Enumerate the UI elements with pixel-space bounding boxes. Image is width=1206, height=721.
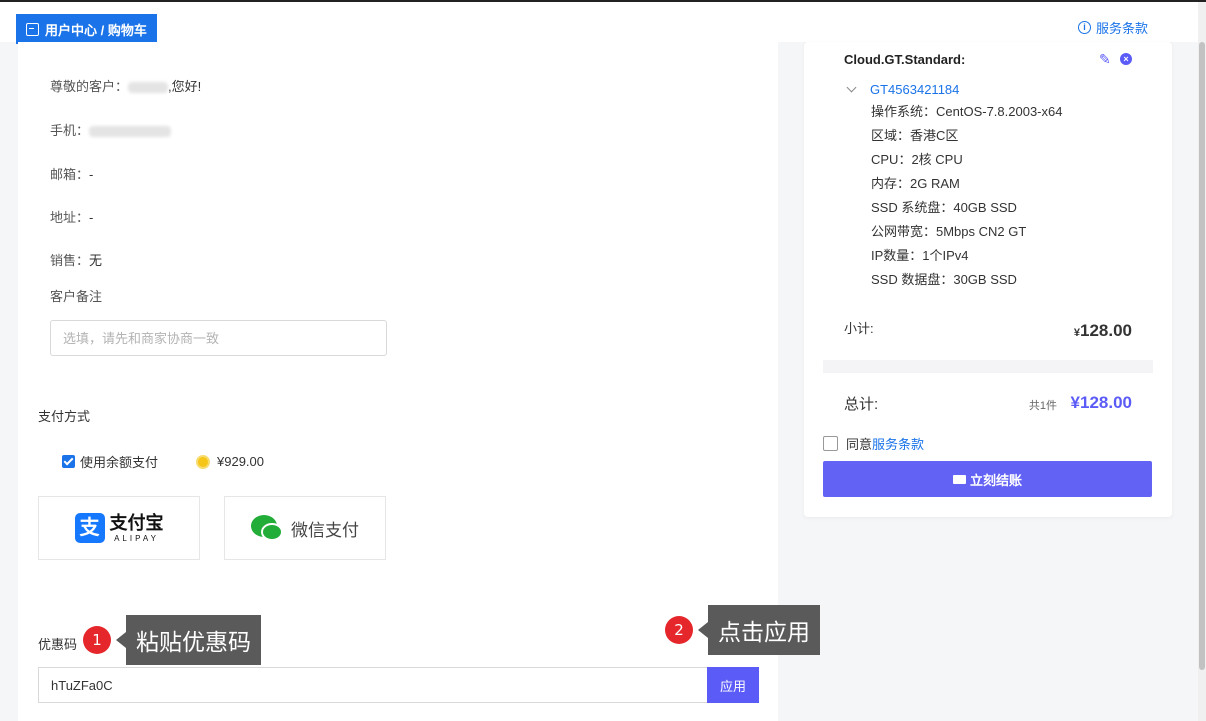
- instance-id[interactable]: GT4563421184: [870, 82, 959, 97]
- divider: [823, 360, 1153, 373]
- agree-terms[interactable]: 同意 服务条款: [823, 434, 924, 453]
- email-row: 邮箱：-: [50, 164, 93, 183]
- coupon-label: 优惠码: [38, 637, 78, 652]
- greeting: 尊敬的客户： ,您好!: [50, 76, 201, 95]
- tooltip-click-apply: 点击应用: [698, 605, 820, 655]
- subtotal-amount: 128.00: [1080, 321, 1132, 340]
- spec-item: CPU：2核 CPU: [871, 152, 963, 167]
- agree-checkbox[interactable]: [823, 436, 838, 451]
- top-bar: 用户中心 / 购物车 i 服务条款: [0, 2, 1198, 44]
- scrollbar-thumb[interactable]: [1199, 42, 1205, 670]
- total-label: 总计:: [844, 396, 879, 413]
- edit-icon[interactable]: ✎: [1099, 52, 1113, 66]
- subtotal-label: 小计:: [844, 321, 874, 336]
- payment-title: 支付方式: [38, 409, 91, 424]
- spec-item: 区域：香港C区: [871, 128, 959, 143]
- alipay-en: ALIPAY: [114, 533, 159, 543]
- apply-coupon-button[interactable]: 应用: [707, 667, 759, 703]
- terms-link-text: 服务条款: [1095, 21, 1148, 36]
- spec-item: 公网带宽：5Mbps CN2 GT: [871, 224, 1027, 239]
- cart-summary: Cloud.GT.Standard: ✎ × GT4563421184 操作系统…: [804, 42, 1172, 517]
- breadcrumb[interactable]: 用户中心 / 购物车: [16, 14, 157, 44]
- greeting-suffix: ,您好!: [168, 79, 202, 94]
- phone-row: 手机：: [50, 120, 172, 139]
- balance-option[interactable]: 使用余额支付 ¥929.00: [62, 452, 264, 471]
- address-row: 地址：-: [50, 207, 93, 226]
- breadcrumb-text: 用户中心 / 购物车: [45, 22, 147, 38]
- balance-checkbox[interactable]: [62, 455, 75, 468]
- wechat-logo-icon: [251, 513, 285, 543]
- address-label: 地址：: [50, 210, 90, 225]
- step-badge-1: 1: [83, 626, 111, 654]
- terms-link[interactable]: i 服务条款: [1077, 18, 1148, 37]
- remove-icon[interactable]: ×: [1120, 53, 1132, 65]
- info-icon: i: [1077, 21, 1091, 34]
- wechat-pay-option[interactable]: 微信支付: [224, 496, 386, 560]
- greeting-prefix: 尊敬的客户：: [50, 79, 129, 94]
- alipay-wordmark: 支付宝 ALIPAY: [110, 514, 164, 543]
- alipay-option[interactable]: 支 支付宝 ALIPAY: [38, 496, 200, 560]
- spec-item: SSD 系统盘：40GB SSD: [871, 200, 1017, 215]
- redacted-phone: [89, 126, 172, 138]
- wechat-pay-label: 微信支付: [291, 520, 359, 540]
- login-icon: [26, 22, 39, 36]
- address-value: -: [89, 210, 94, 225]
- balance-label: 使用余额支付: [80, 455, 159, 470]
- checkout-label: 立刻结账: [969, 472, 1022, 488]
- remark-input[interactable]: [50, 320, 387, 356]
- email-value: -: [89, 167, 94, 182]
- spec-item: SSD 数据盘：30GB SSD: [871, 272, 1017, 287]
- email-label: 邮箱：: [50, 167, 90, 182]
- tooltip-paste-coupon: 粘贴优惠码: [116, 615, 261, 665]
- step-badge-2: 2: [665, 616, 693, 644]
- redacted-name: [128, 82, 169, 94]
- balance-amount: ¥929.00: [217, 454, 265, 469]
- sales-row: 销售：无: [50, 250, 102, 269]
- subtotal-value: ¥128.00: [1074, 321, 1132, 341]
- spec-item: IP数量：1个IPv4: [871, 248, 969, 263]
- chevron-down-icon[interactable]: [846, 82, 857, 93]
- phone-label: 手机：: [50, 123, 90, 138]
- alipay-logo-icon: 支: [74, 513, 105, 543]
- spec-list: 操作系统：CentOS-7.8.2003-x64 区域：香港C区 CPU：2核 …: [871, 103, 1062, 295]
- remark-label: 客户备注: [50, 289, 103, 304]
- scrollbar[interactable]: [1198, 2, 1206, 721]
- spec-item: 内存：2G RAM: [871, 176, 960, 191]
- alipay-cn: 支付宝: [109, 512, 164, 533]
- sales-label: 销售：: [50, 253, 90, 268]
- total-value: ¥128.00: [1070, 393, 1132, 412]
- spec-item: 操作系统：CentOS-7.8.2003-x64: [871, 104, 1063, 119]
- quantity-count: 共1件: [1028, 400, 1057, 412]
- truck-icon: [952, 474, 966, 484]
- product-name: Cloud.GT.Standard:: [844, 52, 966, 67]
- coupon-input[interactable]: [38, 667, 708, 703]
- checkout-button[interactable]: 立刻结账: [823, 461, 1152, 497]
- agree-terms-link[interactable]: 服务条款: [872, 434, 924, 453]
- sales-value: 无: [89, 253, 103, 268]
- coin-icon: [196, 454, 211, 469]
- agree-prefix: 同意: [846, 437, 873, 452]
